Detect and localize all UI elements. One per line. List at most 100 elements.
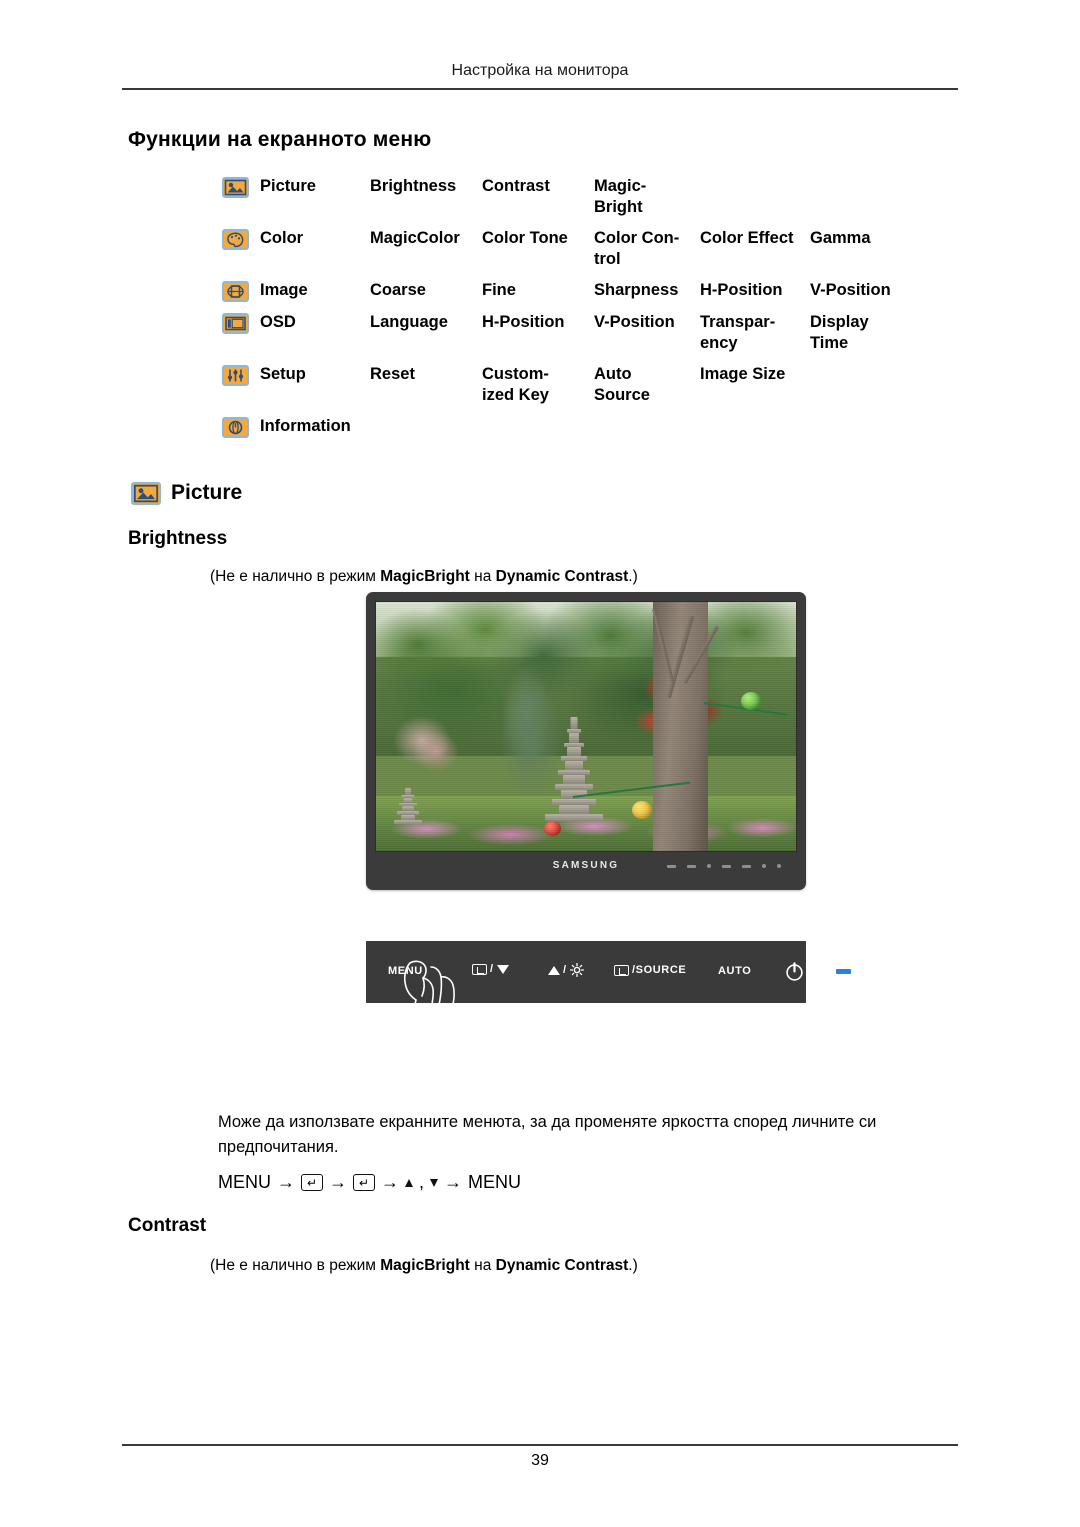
bezel-button-mark (722, 864, 731, 868)
map-item: H-Position (482, 313, 565, 331)
map-row: Color MagicColor Color Tone Color Con- t… (222, 228, 962, 270)
enter-glyph-icon (614, 964, 629, 976)
osd-function-map: Picture Brightness Contrast Magic- Brigh… (222, 176, 962, 448)
note-suffix: .) (628, 1257, 638, 1274)
brightness-key-sequence: MENU → ↵ → ↵ → , → MENU (218, 1172, 521, 1193)
screen-lantern-green (741, 691, 762, 710)
note-prefix: (Не е налично в режим (210, 568, 381, 585)
picture-icon (222, 177, 249, 198)
brightness-heading: Brightness (128, 528, 228, 549)
map-item: V-Position (594, 313, 675, 331)
map-item: Display Time (810, 313, 869, 352)
map-item: Auto Source (594, 365, 650, 404)
map-item: Contrast (482, 177, 550, 195)
power-icon (786, 962, 803, 981)
sequence-arrow: → (277, 1172, 295, 1192)
picture-section-title: Picture (171, 481, 243, 504)
map-item: Custom- ized Key (482, 365, 549, 404)
note-dynamic-contrast: Dynamic Contrast (495, 568, 629, 585)
enter-glyph-icon (472, 963, 487, 975)
enter-key-icon: ↵ (353, 1174, 375, 1191)
power-led (836, 969, 851, 974)
bezel-button-mark (742, 864, 751, 868)
note-mid: на (469, 1257, 496, 1274)
note-mid: на (469, 568, 496, 585)
triangle-up-icon (405, 1178, 413, 1187)
down-button-label: / (490, 963, 494, 975)
up-button: / (548, 963, 584, 977)
sequence-arrow: → (329, 1172, 347, 1192)
menu-button: MENU (388, 965, 423, 977)
bezel-button-mark (687, 864, 696, 868)
page-title: Функции на екранното меню (128, 128, 432, 151)
map-row: Information (222, 416, 962, 438)
map-category-label: Information (260, 417, 351, 435)
triangle-down-icon (430, 1178, 439, 1187)
source-button: /SOURCE (614, 964, 686, 976)
sequence-arrow: → (381, 1172, 399, 1192)
map-item: V-Position (810, 281, 891, 299)
triangle-down-icon (496, 964, 509, 974)
map-category-osd: OSD (222, 312, 370, 334)
map-category-label: Picture (260, 177, 316, 195)
monitor-bottom-bezel: SAMSUNG (375, 852, 797, 881)
map-item: Gamma (810, 229, 871, 247)
note-dynamic-contrast: Dynamic Contrast (495, 1257, 629, 1274)
map-row: Setup Reset Custom- ized Key Auto Source… (222, 364, 962, 406)
map-item: Sharpness (594, 281, 679, 299)
contrast-availability-note: (Не е налично в режим MagicBright на Dyn… (210, 1256, 638, 1276)
map-category-color: Color (222, 228, 370, 250)
map-item: Reset (370, 365, 415, 383)
triangle-up-icon (548, 965, 560, 975)
information-clock-icon (222, 417, 249, 438)
source-button-label: /SOURCE (632, 964, 687, 976)
picture-section-heading: Picture (131, 481, 242, 505)
bezel-button-mark (762, 864, 766, 868)
map-item: Fine (482, 281, 516, 299)
sequence-comma: , (419, 1172, 425, 1192)
map-item: Color Effect (700, 229, 794, 247)
screen-pagoda-main (544, 702, 604, 822)
map-item: Coarse (370, 281, 426, 299)
document-page: Настройка на монитора Функции на екранно… (0, 0, 1080, 1527)
menu-button-label: MENU (388, 965, 423, 977)
map-row: Image Coarse Fine Sharpness H-Position V… (222, 280, 962, 302)
map-category-setup: Setup (222, 364, 370, 386)
brightness-sun-icon (569, 963, 584, 977)
map-category-label: OSD (260, 313, 296, 331)
map-row: OSD Language H-Position V-Position Trans… (222, 312, 962, 354)
enter-key-icon: ↵ (301, 1174, 323, 1191)
map-item: Brightness (370, 177, 457, 195)
page-number: 39 (531, 1452, 549, 1469)
footer-rule (122, 1444, 958, 1446)
auto-button-label: AUTO (718, 965, 752, 977)
monitor-bezel-buttons (667, 864, 781, 868)
osd-icon (222, 313, 249, 334)
color-palette-icon (222, 229, 249, 250)
monitor-screen (375, 601, 797, 852)
brightness-description: Може да използвате екранните менюта, за … (218, 1113, 877, 1156)
map-row: Picture Brightness Contrast Magic- Brigh… (222, 176, 962, 218)
note-suffix: .) (628, 568, 638, 585)
running-header: Настройка на монитора (451, 62, 629, 79)
map-category-picture: Picture (222, 176, 370, 198)
map-category-information: Information (222, 416, 370, 438)
brightness-availability-note: (Не е налично в режим MagicBright на Dyn… (210, 567, 638, 587)
map-category-label: Setup (260, 365, 306, 383)
up-button-label: / (563, 964, 567, 976)
map-category-label: Color (260, 229, 304, 247)
map-item: Image Size (700, 365, 786, 383)
bezel-button-mark (667, 864, 676, 868)
map-item: Magic- Bright (594, 177, 647, 216)
power-button (784, 961, 805, 987)
control-panel-illustration: MENU / / /SOURCE AUTO (366, 941, 851, 1069)
contrast-heading: Contrast (128, 1215, 207, 1236)
sequence-menu-start: MENU (218, 1172, 271, 1192)
note-prefix: (Не е налично в режим (210, 1257, 381, 1274)
sequence-arrow: → (444, 1172, 463, 1192)
screen-lantern-red (544, 821, 561, 837)
down-button: / (472, 963, 509, 975)
map-item: Color Con- trol (594, 229, 680, 268)
image-icon (222, 281, 249, 302)
screen-pagoda-small (393, 766, 423, 824)
